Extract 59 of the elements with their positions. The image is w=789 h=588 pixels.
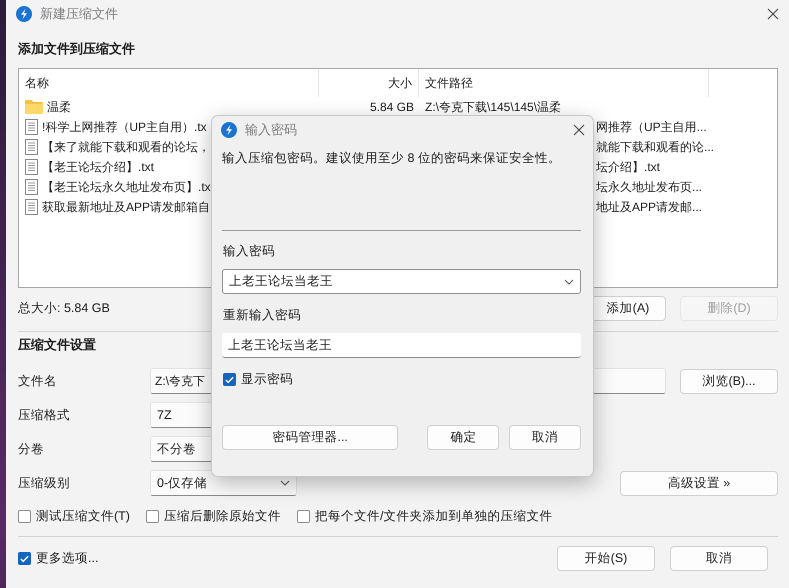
- document-icon: [25, 139, 38, 155]
- settings-button[interactable]: 高级设置 »: [620, 470, 778, 496]
- footer-button[interactable]: 开始(S): [557, 546, 655, 571]
- file-path: 网推荐（UP主自用...: [596, 120, 707, 134]
- chevron-down-icon: [564, 278, 574, 284]
- confirm-password-field[interactable]: 上老王论坛当老王: [222, 333, 581, 358]
- file-path: Z:\夸克下载\145\145\温柔: [425, 100, 562, 114]
- app-logo-icon: [221, 122, 237, 138]
- file-path: 坛永久地址发布页...: [596, 180, 702, 194]
- file-path: 地址及APP请发邮...: [596, 200, 702, 214]
- file-name: 温柔: [47, 98, 71, 116]
- field-label: 压缩格式: [18, 406, 71, 424]
- close-icon[interactable]: [573, 124, 585, 136]
- column-header[interactable]: 名称: [19, 69, 319, 97]
- field-label: 压缩级别: [18, 474, 71, 492]
- document-icon: [25, 179, 38, 195]
- field-label: 文件名: [18, 372, 58, 390]
- file-name: 获取最新地址及APP请发邮箱自: [42, 198, 210, 216]
- checkbox-label: 测试压缩文件(T): [36, 508, 130, 525]
- checkbox[interactable]: [223, 373, 236, 386]
- checkbox[interactable]: [296, 510, 310, 523]
- section-heading: 添加文件到压缩文件: [18, 40, 135, 58]
- dialog-title: 输入密码: [245, 121, 297, 139]
- field-label: 重新输入密码: [223, 307, 302, 324]
- footer-button[interactable]: 取消: [670, 546, 768, 571]
- checkbox-label: 把每个文件/文件夹添加到单独的压缩文件: [314, 508, 552, 525]
- file-path: 坛介绍】.txt: [596, 160, 660, 174]
- password-field[interactable]: 上老王论坛当老王: [222, 269, 581, 294]
- document-icon: [25, 159, 38, 175]
- dialog-button[interactable]: 密码管理器...: [222, 425, 398, 450]
- checkbox-label: 更多选项...: [36, 550, 98, 567]
- file-name: !科学上网推荐（UP主自用）.tx: [42, 118, 207, 136]
- checkbox[interactable]: [18, 552, 31, 565]
- close-icon[interactable]: [767, 8, 779, 20]
- checkbox-label: 压缩后删除原始文件: [164, 508, 281, 525]
- field-label: 分卷: [18, 440, 45, 458]
- file-path: 就能下载和观看的论...: [596, 140, 714, 154]
- dialog-button[interactable]: 取消: [509, 425, 581, 450]
- file-size: 5.84 GB: [370, 100, 414, 114]
- column-header[interactable]: 文件路径: [419, 69, 709, 97]
- dialog-button[interactable]: 确定: [427, 425, 500, 450]
- document-icon: [25, 119, 38, 135]
- file-name: 【老王论坛介绍】.txt: [42, 158, 154, 176]
- chevron-down-icon: [280, 480, 290, 486]
- app-logo-icon: [16, 6, 32, 22]
- document-icon: [25, 199, 38, 215]
- dialog-message: 输入压缩包密码。建议使用至少 8 位的密码来保证安全性。: [222, 150, 562, 167]
- file-name: 【来了就能下载和观看的论坛，: [42, 138, 210, 156]
- settings-button[interactable]: 浏览(B)...: [680, 368, 778, 394]
- section-heading: 压缩文件设置: [18, 336, 96, 354]
- field-label: 输入密码: [223, 243, 276, 260]
- checkbox[interactable]: [146, 510, 159, 523]
- folder-icon: [25, 100, 43, 114]
- column-header[interactable]: 大小: [319, 69, 419, 97]
- window-title: 新建压缩文件: [40, 5, 118, 23]
- total-size: 总大小: 5.84 GB: [18, 300, 110, 317]
- file-name: 【老王论坛永久地址发布页】.tx: [42, 178, 211, 196]
- checkbox-label: 显示密码: [241, 371, 293, 388]
- checkbox[interactable]: [18, 510, 31, 523]
